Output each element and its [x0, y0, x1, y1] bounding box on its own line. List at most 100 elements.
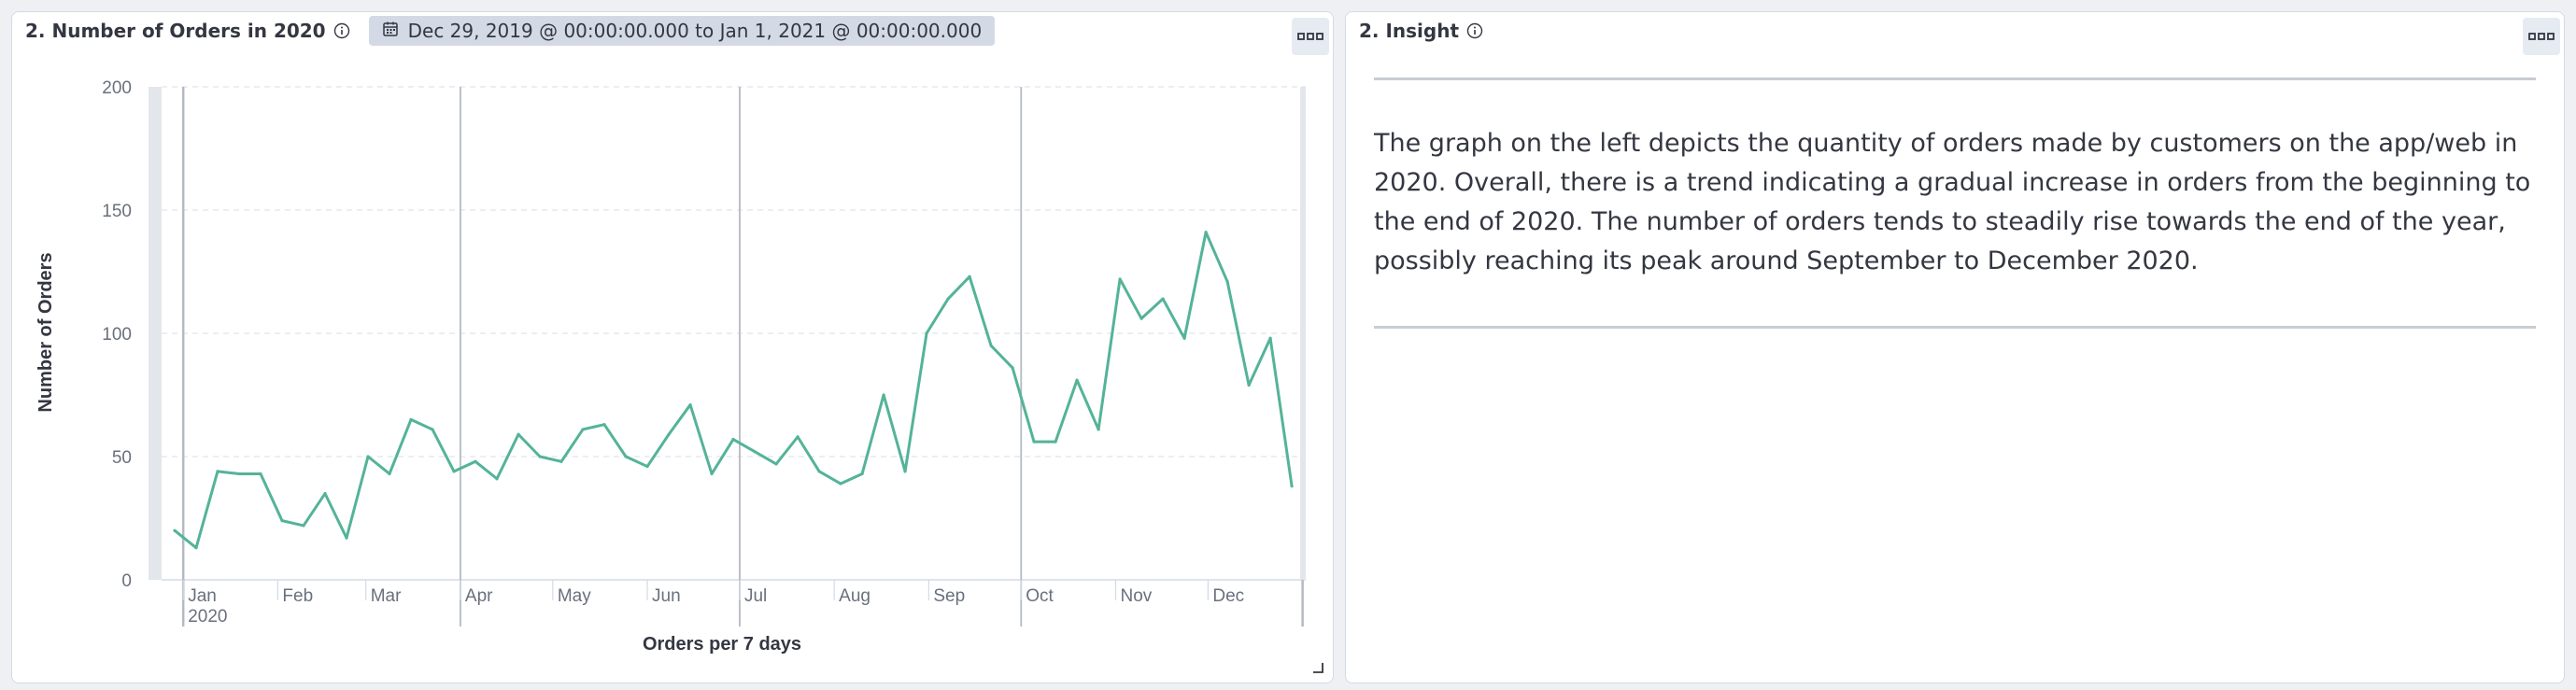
data-point[interactable] [1032, 440, 1036, 444]
data-point[interactable] [731, 437, 735, 442]
x-tick-label: Aug [839, 586, 870, 606]
data-point[interactable] [452, 470, 456, 473]
data-point[interactable] [581, 428, 585, 431]
panel-title: 2. Number of Orders in 2020 [25, 20, 326, 42]
info-icon[interactable] [1466, 22, 1483, 39]
y-tick-label: 150 [102, 202, 132, 221]
series-line [174, 231, 1294, 550]
y-tick-label: 200 [102, 78, 132, 98]
options-dots-icon [1297, 33, 1323, 40]
data-point[interactable] [431, 428, 434, 431]
data-point[interactable] [1182, 336, 1186, 340]
data-point[interactable] [1161, 297, 1165, 301]
panel-options-button[interactable] [1292, 18, 1329, 55]
data-point[interactable] [1011, 366, 1014, 370]
data-point[interactable] [216, 470, 219, 473]
data-point[interactable] [774, 462, 778, 466]
data-point[interactable] [946, 297, 950, 301]
grid-layer [162, 86, 1306, 627]
data-point[interactable] [1247, 383, 1251, 387]
data-point[interactable] [517, 432, 520, 436]
x-tick-label: Nov [1120, 586, 1152, 606]
data-point[interactable] [366, 455, 370, 458]
info-icon[interactable] [333, 22, 350, 39]
x-tick-label: Jun [652, 586, 681, 606]
data-point[interactable] [237, 472, 241, 476]
data-point[interactable] [1204, 231, 1208, 234]
partial-bucket-band-end [1300, 87, 1306, 580]
data-point[interactable] [860, 472, 864, 476]
data-point[interactable] [796, 435, 800, 439]
resize-handle-icon[interactable] [1312, 662, 1323, 673]
chart-panel: 0 50 100 150 200 Jan 2020 Feb Mar Apr May Jun Jul Au… [11, 11, 1334, 683]
data-point[interactable] [495, 477, 499, 481]
y-axis-label: Number of Orders [35, 252, 56, 412]
data-point[interactable] [645, 464, 649, 469]
data-point[interactable] [1075, 378, 1079, 382]
data-point[interactable] [173, 528, 177, 532]
data-point[interactable] [538, 455, 542, 458]
insight-text: The graph on the left depicts the quanti… [1374, 129, 2531, 275]
data-point[interactable] [839, 482, 842, 486]
data-point[interactable] [710, 472, 714, 476]
divider-bottom [1374, 326, 2536, 329]
chart-panel-header: 2. Number of Orders in 2020 Dec 29, 2019… [12, 12, 1333, 49]
data-point[interactable] [323, 492, 327, 496]
data-point[interactable] [1118, 277, 1122, 281]
insight-panel: 2. Insight The graph on the left depicts… [1345, 11, 2565, 683]
data-point[interactable] [559, 459, 563, 463]
data-point[interactable] [903, 470, 907, 473]
data-point[interactable] [1054, 440, 1057, 444]
data-point[interactable] [259, 472, 262, 476]
line-chart: 0 50 100 150 200 Jan2020 Feb Mar Apr May Jun Jul Au… [35, 78, 1306, 655]
x-tick-label: Mar [371, 586, 402, 606]
data-point[interactable] [1290, 485, 1294, 488]
x-tick-label: May [558, 586, 591, 606]
data-point[interactable] [817, 470, 821, 473]
data-point[interactable] [302, 524, 305, 528]
data-point[interactable] [1139, 317, 1143, 320]
y-tick-layer: 0 50 100 150 200 [102, 78, 132, 591]
partial-bucket-band-start [149, 87, 162, 580]
data-point[interactable] [409, 417, 413, 421]
data-point[interactable] [602, 423, 606, 427]
data-point[interactable] [345, 536, 348, 540]
data-point[interactable] [753, 450, 757, 454]
data-point[interactable] [882, 393, 885, 397]
time-range-badge[interactable]: Dec 29, 2019 @ 00:00:00.000 to Jan 1, 20… [368, 16, 996, 46]
x-tick-label: Apr [465, 586, 493, 606]
x-tick-label: Jan [188, 586, 217, 606]
data-point[interactable] [968, 275, 971, 278]
y-tick-label: 0 [121, 571, 132, 591]
time-range-text: Dec 29, 2019 @ 00:00:00.000 to Jan 1, 20… [407, 20, 983, 42]
data-point[interactable] [989, 344, 993, 347]
x-tick-sublabel: 2020 [188, 607, 227, 627]
data-point[interactable] [1268, 336, 1272, 340]
insight-panel-header: 2. Insight [1346, 12, 2564, 49]
panel-options-button[interactable] [2523, 18, 2560, 55]
y-tick-label: 100 [102, 325, 132, 345]
data-point[interactable] [667, 432, 671, 436]
series-layer [173, 231, 1294, 550]
x-tick-layer: Jan2020 Feb Mar Apr May Jun Jul Aug Sep Oct Nov Dec [182, 580, 1244, 627]
divider-top [1374, 77, 2536, 80]
data-point[interactable] [624, 455, 628, 458]
y-tick-label: 50 [112, 448, 132, 468]
data-point[interactable] [1225, 279, 1229, 284]
data-point[interactable] [388, 472, 391, 476]
x-tick-label: Oct [1026, 586, 1054, 606]
x-axis-label: Orders per 7 days [643, 634, 801, 655]
data-point[interactable] [925, 331, 928, 335]
data-point[interactable] [688, 402, 692, 407]
x-tick-label: Jul [744, 586, 767, 606]
data-point[interactable] [280, 519, 284, 523]
x-tick-label: Feb [282, 586, 313, 606]
x-tick-label: Sep [933, 586, 965, 606]
x-tick-label: Dec [1212, 586, 1244, 606]
options-dots-icon [2528, 33, 2555, 40]
panel-title: 2. Insight [1359, 20, 1460, 42]
data-point[interactable] [474, 459, 477, 463]
dashboard: 0 50 100 150 200 Jan 2020 Feb Mar Apr May Jun Jul Au… [0, 0, 2576, 690]
data-point[interactable] [194, 546, 198, 550]
data-point[interactable] [1097, 428, 1100, 431]
